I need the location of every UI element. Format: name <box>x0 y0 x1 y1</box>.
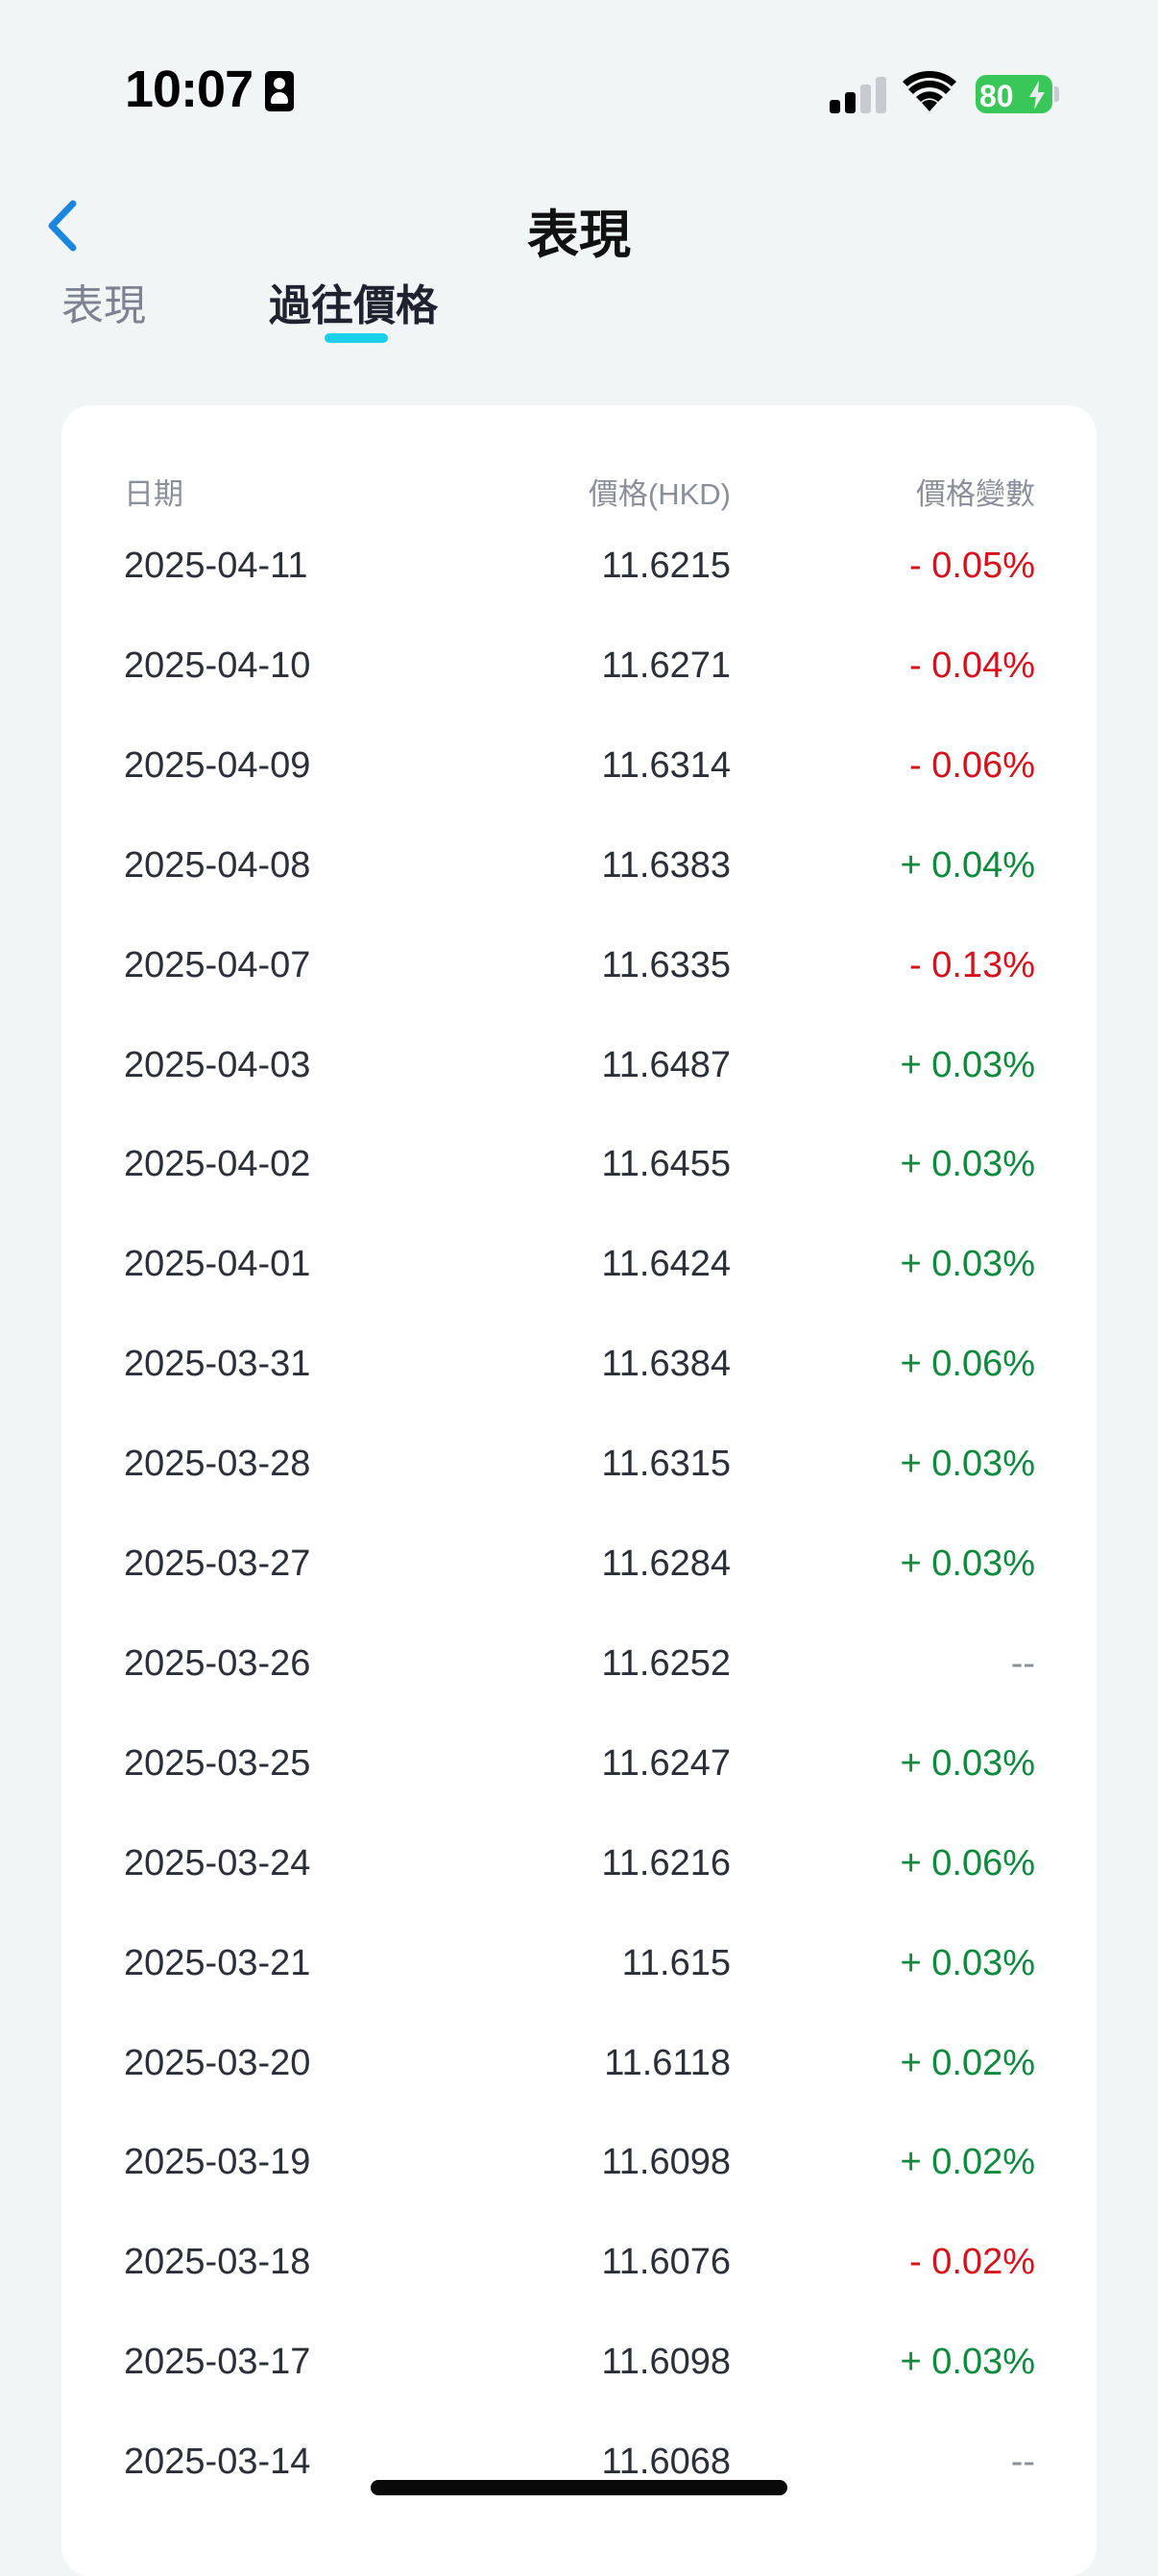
row-date: 2025-03-28 <box>124 1444 311 1485</box>
row-price-change: - 0.06% <box>909 744 1035 786</box>
row-price-change: - 0.02% <box>909 2242 1035 2283</box>
row-price-change: + 0.03% <box>900 1244 1036 1285</box>
row-date: 2025-03-18 <box>124 2242 311 2283</box>
table-row: 2025-03-31 11.6384 + 0.06% <box>0 1314 1158 1414</box>
row-price: 11.6335 <box>601 944 731 985</box>
table-row: 2025-03-19 11.6098 + 0.02% <box>0 2112 1158 2212</box>
table-row: 2025-03-20 11.6118 + 0.02% <box>0 2013 1158 2113</box>
row-date: 2025-04-03 <box>124 1044 311 1085</box>
row-date: 2025-04-09 <box>124 744 311 786</box>
charging-bolt-icon <box>1029 81 1045 109</box>
row-date: 2025-03-14 <box>124 2442 311 2483</box>
table-row: 2025-04-11 11.6215 - 0.05% <box>0 516 1158 616</box>
row-date: 2025-03-27 <box>124 1543 311 1584</box>
row-date: 2025-03-24 <box>124 1842 311 1883</box>
table-row: 2025-03-14 11.6068 -- <box>0 2412 1158 2512</box>
row-price-change: + 0.06% <box>900 1842 1036 1883</box>
row-price: 11.6315 <box>601 1444 731 1485</box>
row-date: 2025-03-25 <box>124 1742 311 1784</box>
active-tab-indicator <box>325 333 388 343</box>
page-title: 表現 <box>527 207 631 264</box>
row-price-change: + 0.03% <box>900 1543 1036 1584</box>
tab-performance[interactable]: 表現 <box>61 271 146 332</box>
row-price: 11.6271 <box>601 644 731 686</box>
table-row: 2025-04-02 11.6455 + 0.03% <box>0 1114 1158 1214</box>
row-price: 11.6216 <box>601 1842 731 1883</box>
table-row: 2025-04-08 11.6383 + 0.04% <box>0 815 1158 915</box>
row-price: 11.6252 <box>601 1642 731 1684</box>
table-row: 2025-04-03 11.6487 + 0.03% <box>0 1015 1158 1115</box>
table-row: 2025-04-01 11.6424 + 0.03% <box>0 1214 1158 1314</box>
table-row: 2025-03-17 11.6098 + 0.03% <box>0 2312 1158 2412</box>
column-header-price: 價格(HKD) <box>588 477 731 511</box>
row-price: 11.6314 <box>601 744 731 786</box>
row-price: 11.6424 <box>601 1244 731 1285</box>
table-row: 2025-03-27 11.6284 + 0.03% <box>0 1514 1158 1614</box>
row-price: 11.6098 <box>601 2142 731 2183</box>
row-price-change: + 0.02% <box>900 2142 1036 2183</box>
row-date: 2025-04-01 <box>124 1244 311 1285</box>
column-header-change: 價格變數 <box>916 477 1035 511</box>
row-date: 2025-03-31 <box>124 1344 311 1385</box>
row-price-change: - 0.05% <box>909 546 1035 586</box>
column-header-date: 日期 <box>124 477 183 511</box>
home-indicator <box>371 2480 787 2495</box>
battery-tip <box>1054 86 1059 102</box>
row-price-change: + 0.03% <box>900 1044 1036 1085</box>
cellular-signal-icon <box>830 75 887 113</box>
row-price-change: + 0.03% <box>900 1444 1036 1485</box>
row-date: 2025-03-19 <box>124 2142 311 2183</box>
row-date: 2025-04-10 <box>124 644 311 686</box>
table-row: 2025-03-28 11.6315 + 0.03% <box>0 1414 1158 1514</box>
row-price: 11.6247 <box>601 1742 731 1784</box>
row-price: 11.6098 <box>601 2342 731 2383</box>
row-price: 11.6076 <box>601 2242 731 2283</box>
row-price: 11.6487 <box>601 1044 731 1085</box>
row-date: 2025-03-20 <box>124 2042 311 2083</box>
row-price: 11.6284 <box>601 1543 731 1584</box>
row-price: 11.6455 <box>601 1144 731 1185</box>
table-row: 2025-03-26 11.6252 -- <box>0 1614 1158 1713</box>
row-price-change: + 0.06% <box>900 1344 1036 1385</box>
table-row: 2025-03-21 11.615 + 0.03% <box>0 1913 1158 2013</box>
row-price-change: - 0.04% <box>909 644 1035 686</box>
row-price: 11.6383 <box>601 844 731 886</box>
table-row: 2025-04-10 11.6271 - 0.04% <box>0 616 1158 716</box>
row-price-change: + 0.04% <box>900 844 1036 886</box>
row-date: 2025-03-17 <box>124 2342 311 2383</box>
row-date: 2025-04-08 <box>124 844 311 886</box>
row-price-change: + 0.03% <box>900 1942 1036 1983</box>
table-row: 2025-03-18 11.6076 - 0.02% <box>0 2212 1158 2312</box>
id-card-icon <box>265 71 294 111</box>
row-price: 11.6215 <box>601 546 731 586</box>
row-date: 2025-03-21 <box>124 1942 311 1983</box>
battery-level: 80 <box>979 79 1014 113</box>
row-date: 2025-03-26 <box>124 1642 311 1684</box>
table-row: 2025-04-09 11.6314 - 0.06% <box>0 716 1158 815</box>
table-row: 2025-03-24 11.6216 + 0.06% <box>0 1813 1158 1913</box>
table-row: 2025-04-07 11.6335 - 0.13% <box>0 915 1158 1015</box>
row-price-change: - 0.13% <box>909 944 1035 985</box>
table-row: 2025-03-25 11.6247 + 0.03% <box>0 1713 1158 1813</box>
tab-price-history[interactable]: 過往價格 <box>269 271 438 332</box>
row-price: 11.6384 <box>601 1344 731 1385</box>
row-price-change: -- <box>1010 2442 1035 2483</box>
row-price: 11.6068 <box>601 2442 731 2483</box>
wifi-icon <box>903 71 956 111</box>
row-price-change: + 0.03% <box>900 1144 1036 1185</box>
row-price-change: -- <box>1010 1642 1035 1684</box>
row-date: 2025-04-11 <box>124 546 308 586</box>
row-price: 11.615 <box>621 1942 731 1983</box>
row-date: 2025-04-07 <box>124 944 311 985</box>
row-price: 11.6118 <box>604 2042 731 2083</box>
row-price-change: + 0.03% <box>900 2342 1036 2383</box>
row-price-change: + 0.03% <box>900 1742 1036 1784</box>
status-time: 10:07 <box>125 61 253 118</box>
row-price-change: + 0.02% <box>900 2042 1036 2083</box>
row-date: 2025-04-02 <box>124 1144 311 1185</box>
